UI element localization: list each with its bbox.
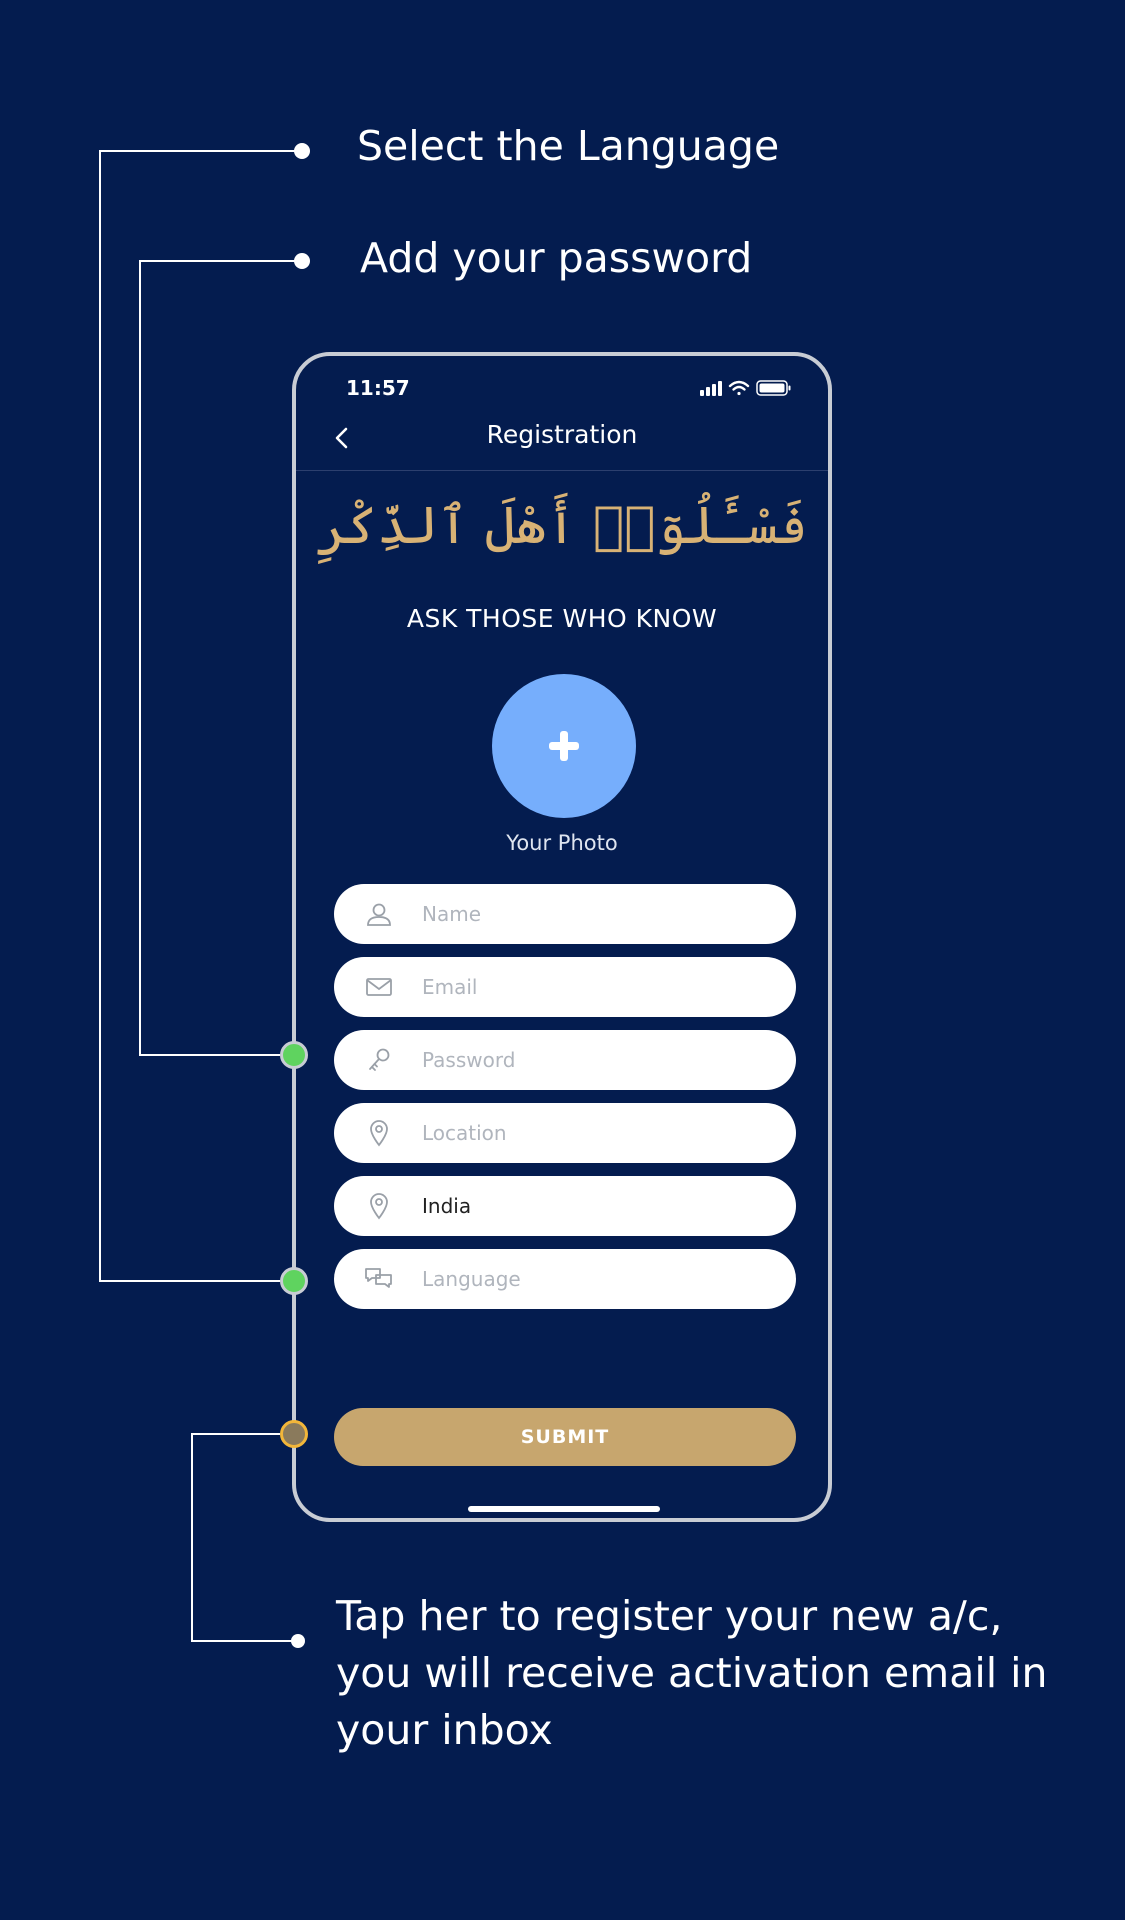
country-input[interactable]: [422, 1176, 776, 1236]
password-callout-dot: [294, 253, 310, 269]
arabic-calligraphy: فَسْـَٔلُوٓا۟ أَهْلَ ٱلذِّكْرِ: [316, 496, 808, 556]
submit-marker-dot: [280, 1420, 308, 1448]
phone-frame: 11:57 Registration فَسْـَٔلُوٓا۟ أَهْلَ …: [292, 352, 832, 1522]
nav-bar: Registration: [296, 406, 828, 471]
plus-icon: [549, 731, 579, 761]
location-pin-icon: [364, 1191, 394, 1221]
photo-label: Your Photo: [506, 831, 618, 855]
submit-connector-line: [191, 1433, 298, 1642]
chat-bubbles-icon: [364, 1264, 394, 1294]
password-marker-dot: [280, 1041, 308, 1069]
location-input[interactable]: [422, 1103, 776, 1163]
email-input[interactable]: [422, 957, 776, 1017]
wifi-icon: [728, 380, 750, 396]
status-icons: [700, 378, 800, 403]
person-icon: [364, 899, 394, 929]
password-input[interactable]: [422, 1030, 776, 1090]
password-connector-line: [139, 260, 302, 1056]
language-callout-text: Select the Language: [357, 122, 780, 170]
language-marker-dot: [280, 1267, 308, 1295]
signal-icon: [700, 381, 722, 396]
nav-title: Registration: [486, 420, 638, 449]
key-icon: [364, 1045, 394, 1075]
location-field[interactable]: [334, 1103, 796, 1163]
location-pin-icon: [364, 1118, 394, 1148]
email-field[interactable]: [334, 957, 796, 1017]
home-indicator: [468, 1506, 660, 1512]
password-callout-text: Add your password: [360, 234, 753, 282]
battery-icon: [756, 380, 791, 396]
tagline: ASK THOSE WHO KNOW: [406, 604, 718, 633]
language-callout-dot: [294, 143, 310, 159]
country-field[interactable]: [334, 1176, 796, 1236]
status-time: 11:57: [346, 376, 410, 400]
submit-button[interactable]: SUBMIT: [334, 1408, 796, 1466]
language-field[interactable]: [334, 1249, 796, 1309]
language-connector-line: [99, 150, 302, 1282]
name-field[interactable]: [334, 884, 796, 944]
submit-callout-text: Tap her to register your new a/c, you wi…: [336, 1592, 1048, 1754]
mail-icon: [364, 972, 394, 1002]
submit-callout-dot: [291, 1634, 305, 1648]
name-input[interactable]: [422, 884, 776, 944]
add-photo-button[interactable]: [492, 674, 636, 818]
password-field[interactable]: [334, 1030, 796, 1090]
language-input[interactable]: [422, 1249, 776, 1309]
